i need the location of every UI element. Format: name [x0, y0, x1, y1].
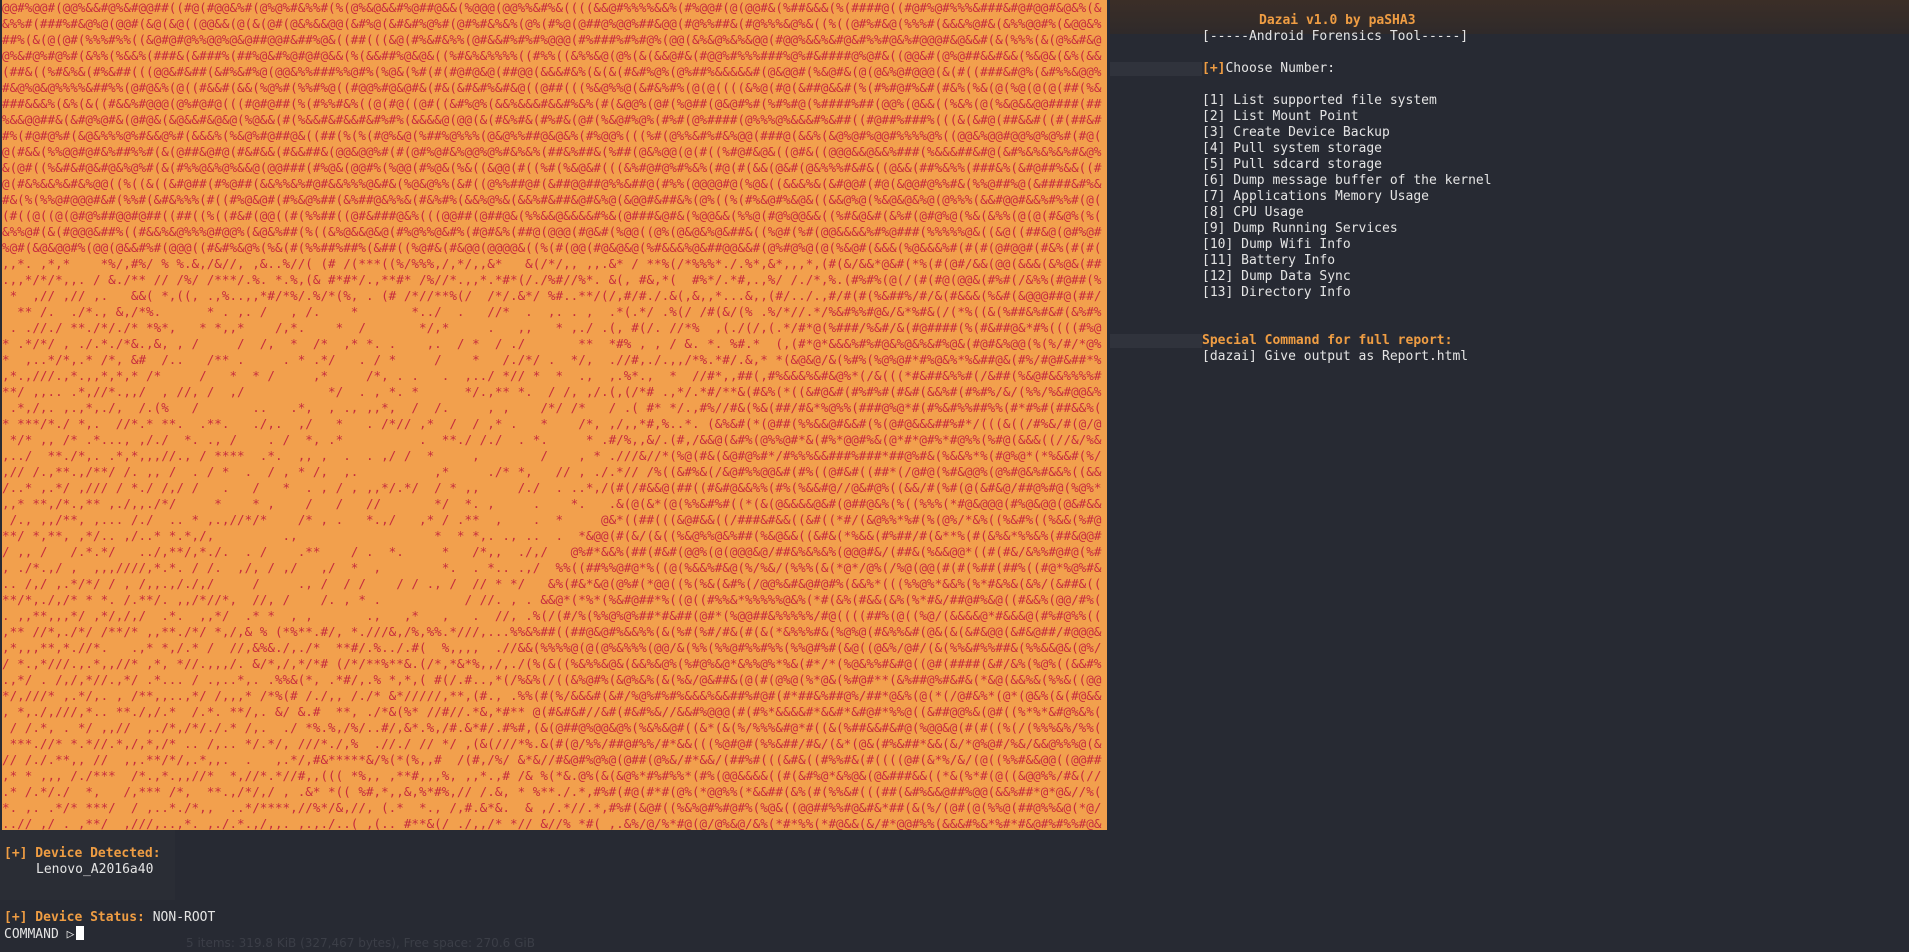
row-highlight — [1110, 334, 1202, 348]
command-line[interactable]: COMMAND ▷ — [4, 926, 85, 942]
menu-item: [4] Pull system storage — [1202, 141, 1383, 156]
row-highlight — [1110, 62, 1202, 76]
prompt-text: Choose Number: — [1225, 61, 1336, 76]
menu-item: [6] Dump message buffer of the kernel — [1202, 173, 1492, 188]
prompt-tag: [+] — [1202, 61, 1226, 76]
menu-list: [1] List supported file system [2] List … — [1202, 93, 1492, 301]
menu-item: [11] Battery Info — [1202, 253, 1336, 268]
menu-item: [12] Dump Data Sync — [1202, 269, 1351, 284]
device-status-label: [+] Device Status: — [4, 910, 145, 925]
text-cursor[interactable] — [76, 926, 85, 940]
menu-item: [2] List Mount Point — [1202, 109, 1359, 124]
menu-item: [5] Pull sdcard storage — [1202, 157, 1383, 172]
menu-item: [1] List supported file system — [1202, 93, 1437, 108]
menu-prompt: [+]Choose Number: — [1202, 61, 1335, 76]
command-prompt: COMMAND ▷ — [4, 927, 75, 942]
app-title: Dazai v1.0 by paSHA3 — [1259, 13, 1416, 28]
menu-item: [9] Dump Running Services — [1202, 221, 1398, 236]
menu-item: [13] Directory Info — [1202, 285, 1351, 300]
background-status-text: 5 items: 319.8 KiB (327,467 bytes), Free… — [186, 936, 535, 950]
device-detected-label: [+] Device Detected: — [4, 846, 161, 861]
ascii-art-panel: @@#%@@#(@@%&&#@%&#@@##((#@(#@@&%#(@%@%#&… — [2, 0, 1107, 830]
menu-item: [7] Applications Memory Usage — [1202, 189, 1429, 204]
device-detected-value: Lenovo_A2016a40 — [36, 862, 154, 877]
ascii-art-text: @@#%@@#(@@%&&#@%&#@@##((#@(#@@&%#(@%@%#&… — [2, 0, 1102, 830]
menu-item: [8] CPU Usage — [1202, 205, 1304, 220]
device-status-line: [+] Device Status: NON-ROOT — [4, 910, 215, 925]
menu-item: [3] Create Device Backup — [1202, 125, 1390, 140]
special-command-title: Special Command for full report: — [1202, 333, 1453, 348]
app-subtitle: [-----Android Forensics Tool-----] — [1202, 29, 1469, 44]
tool-panel: Dazai v1.0 by paSHA3 [-----Android Foren… — [1110, 0, 1909, 830]
menu-item: [10] Dump Wifi Info — [1202, 237, 1351, 252]
special-command: [dazai] Give output as Report.html — [1202, 349, 1469, 364]
device-status-value: NON-ROOT — [152, 910, 216, 925]
